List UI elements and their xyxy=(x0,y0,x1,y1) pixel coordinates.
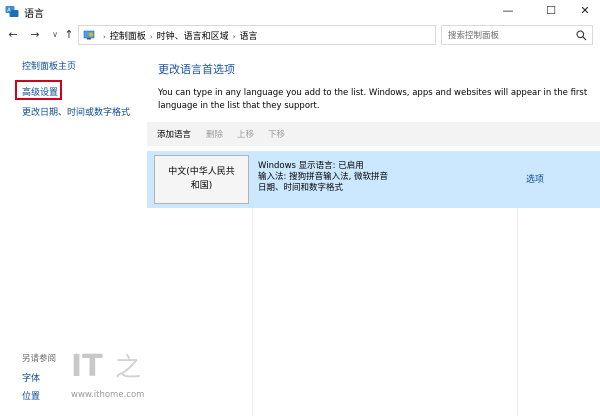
breadcrumb-clock-language-region[interactable]: 时钟、语言和区域 xyxy=(157,32,229,42)
forward-button[interactable]: → xyxy=(27,26,43,44)
breadcrumb: › 控制面板 › 时钟、语言和区域 › 语言 xyxy=(99,29,257,42)
address-bar[interactable]: ›控制面板›时钟、语言和区域›语言 ∨ ↻ xyxy=(78,25,512,45)
search-input[interactable] xyxy=(448,29,568,42)
breadcrumb-separator: › xyxy=(103,33,106,41)
ithome-watermark-logo: IT 之 xyxy=(71,349,141,382)
breadcrumb-separator[interactable]: › xyxy=(150,33,153,41)
breadcrumb-language[interactable]: 语言 xyxy=(239,32,257,42)
add-language-button[interactable]: 添加语言 xyxy=(157,128,191,140)
breadcrumb-control-panel[interactable]: 控制面板 xyxy=(110,32,146,42)
close-button[interactable]: ✕ xyxy=(570,0,600,22)
remove-button[interactable]: 删除 xyxy=(206,128,223,140)
title-bar: A 语言 — ☐ ✕ xyxy=(0,0,600,24)
location-link[interactable]: 位置 xyxy=(22,389,40,402)
control-panel-home-link[interactable]: 控制面板主页 xyxy=(22,59,76,72)
breadcrumb-separator[interactable]: › xyxy=(233,33,236,41)
svg-text:A: A xyxy=(7,8,11,14)
input-methods: 输入法: 搜狗拼音输入法, 微软拼音 xyxy=(258,172,388,182)
navigation-bar: ← → ∨ ↑ ›控制面板›时钟、语言和区域›语言 ∨ ↻ xyxy=(0,24,600,46)
maximize-button[interactable]: ☐ xyxy=(536,0,566,22)
list-divider xyxy=(252,208,253,416)
language-app-icon: A xyxy=(5,6,19,17)
language-name-line1: 中文(中华人民共 xyxy=(168,167,235,177)
ithome-watermark-url: www.ithome.com xyxy=(71,390,145,400)
list-divider xyxy=(517,208,518,416)
fonts-link[interactable]: 字体 xyxy=(22,371,40,384)
page-title: 更改语言首选项 xyxy=(158,63,235,76)
up-button[interactable]: ↑ xyxy=(61,26,77,44)
language-options-link[interactable]: 选项 xyxy=(526,172,544,185)
change-date-time-number-formats-link[interactable]: 更改日期、时间或数字格式 xyxy=(22,105,130,118)
language-list-item[interactable]: 中文(中华人民共 和国) Windows 显示语言: 已启用 输入法: 搜狗拼音… xyxy=(147,151,600,208)
page-description: You can type in any language you add to … xyxy=(158,88,588,111)
move-down-button[interactable]: 下移 xyxy=(268,128,285,140)
control-panel-icon xyxy=(83,30,95,40)
date-time-number-format-note: 日期、时间和数字格式 xyxy=(258,183,344,193)
back-button[interactable]: ← xyxy=(5,26,21,44)
language-name-line2: 和国) xyxy=(190,181,213,191)
display-language-status: Windows 显示语言: 已启用 xyxy=(258,161,364,171)
see-also-label: 另请参阅 xyxy=(22,354,57,364)
svg-text:IT: IT xyxy=(71,349,103,382)
window-title: 语言 xyxy=(24,9,44,20)
main-content: 更改语言首选项 You can type in any language you… xyxy=(147,46,600,416)
language-name-tile[interactable]: 中文(中华人民共 和国) xyxy=(154,155,249,204)
minimize-button[interactable]: — xyxy=(493,0,523,22)
search-icon xyxy=(576,30,587,41)
language-toolbar: 添加语言 删除 上移 下移 xyxy=(147,122,600,146)
language-details: Windows 显示语言: 已启用 输入法: 搜狗拼音输入法, 微软拼音 日期、… xyxy=(258,161,388,194)
advanced-settings-link[interactable]: 高级设置 xyxy=(22,85,58,98)
search-box[interactable] xyxy=(441,25,593,45)
move-up-button[interactable]: 上移 xyxy=(237,128,254,140)
svg-text:之: 之 xyxy=(115,353,141,382)
